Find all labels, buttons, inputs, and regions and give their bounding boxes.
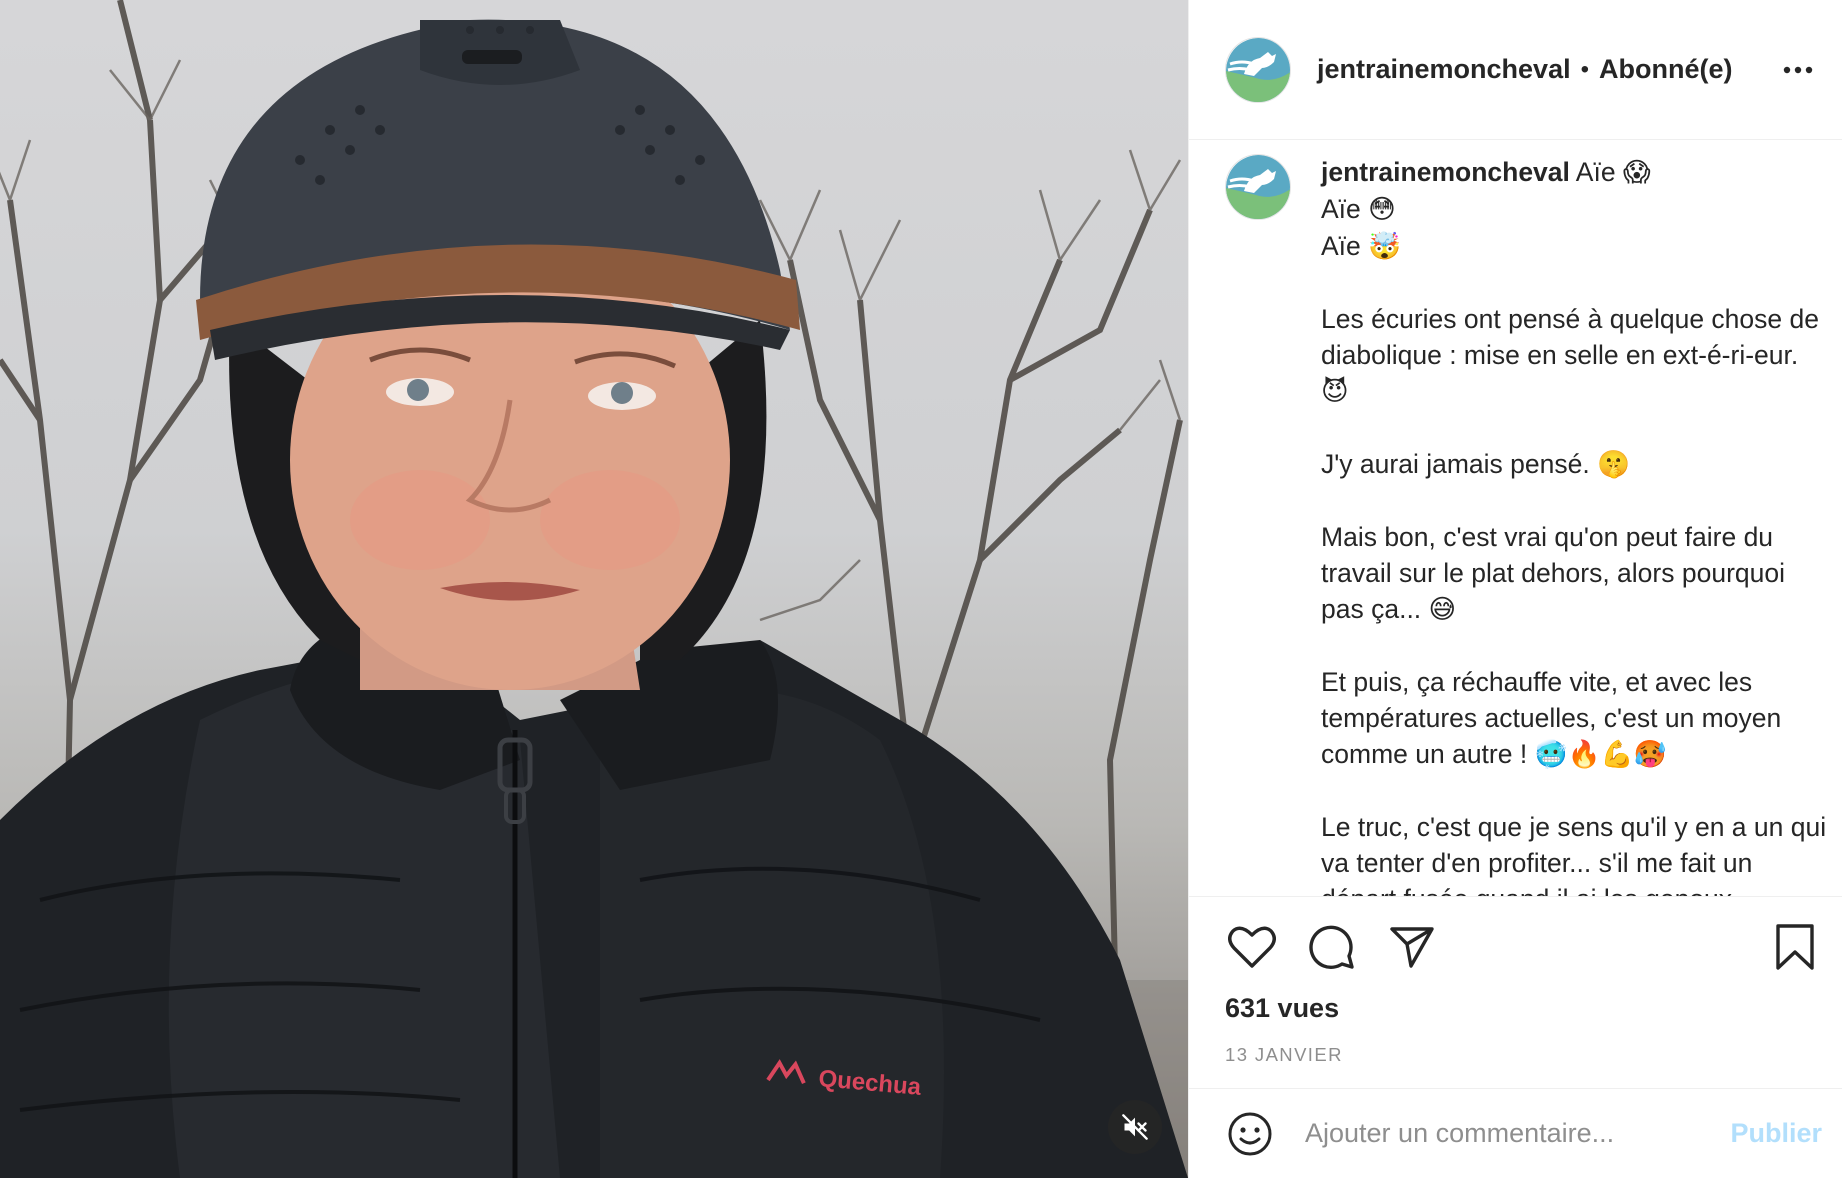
header-username[interactable]: jentrainemoncheval bbox=[1317, 54, 1571, 85]
caption-paragraph: Les écuries ont pensé à quelque chose de… bbox=[1321, 304, 1819, 370]
view-count[interactable]: 631 vues bbox=[1225, 993, 1822, 1024]
caption-emoji: 😈 bbox=[1321, 376, 1349, 407]
publish-button[interactable]: Publier bbox=[1730, 1118, 1822, 1149]
follow-status-button[interactable]: Abonné(e) bbox=[1599, 54, 1732, 85]
speaker-muted-icon bbox=[1122, 1114, 1148, 1140]
post-date[interactable]: 13 JANVIER bbox=[1225, 1044, 1822, 1066]
caption-emoji: 🤫 bbox=[1597, 449, 1631, 480]
share-button[interactable] bbox=[1385, 920, 1439, 974]
bookmark-icon bbox=[1776, 924, 1814, 970]
caption-paragraph: J'y aurai jamais pensé. bbox=[1321, 449, 1590, 479]
comment-button[interactable] bbox=[1305, 920, 1359, 974]
horse-logo-icon bbox=[1226, 37, 1290, 102]
action-icons-row bbox=[1225, 919, 1822, 975]
caption-paragraph: Mais bon, c'est vrai qu'on peut faire du… bbox=[1321, 522, 1785, 624]
post-side-panel: jentrainemoncheval • Abonné(e) jentraine… bbox=[1188, 0, 1842, 1178]
comment-bubble-icon bbox=[1309, 925, 1354, 969]
caption-emoji: 🥶🔥💪🥵 bbox=[1534, 739, 1667, 770]
caption-line: Aïe bbox=[1321, 231, 1361, 261]
post-header: jentrainemoncheval • Abonné(e) bbox=[1189, 0, 1842, 140]
video-player[interactable]: Quechua bbox=[0, 0, 1188, 1178]
horse-logo-icon bbox=[1226, 155, 1290, 219]
like-button[interactable] bbox=[1225, 920, 1279, 974]
avatar[interactable] bbox=[1225, 36, 1291, 103]
instagram-post: Quechua jentrainemoncheval • Abonné(e) j… bbox=[0, 0, 1842, 1178]
caption-emoji: 😅 bbox=[1428, 594, 1457, 625]
add-comment-bar: Publier bbox=[1189, 1088, 1842, 1178]
heart-icon bbox=[1228, 926, 1276, 968]
emoji-picker-button[interactable] bbox=[1225, 1109, 1275, 1159]
caption-avatar[interactable] bbox=[1225, 154, 1291, 220]
more-options-button[interactable] bbox=[1778, 50, 1818, 90]
more-horizontal-icon bbox=[1783, 66, 1813, 73]
caption-line: Aïe bbox=[1321, 194, 1361, 224]
caption-username[interactable]: jentrainemoncheval bbox=[1321, 157, 1570, 187]
separator-dot: • bbox=[1580, 55, 1589, 83]
caption-emoji: 😳 bbox=[1368, 194, 1396, 225]
smiley-icon bbox=[1228, 1112, 1272, 1155]
mute-toggle-button[interactable] bbox=[1108, 1100, 1162, 1154]
comment-input[interactable] bbox=[1305, 1118, 1721, 1149]
caption-line: Aïe bbox=[1575, 157, 1616, 187]
video-frame: Quechua bbox=[0, 0, 1188, 1178]
caption-emoji: 🤯 bbox=[1368, 231, 1402, 262]
save-button[interactable] bbox=[1768, 920, 1822, 974]
paper-plane-icon bbox=[1390, 927, 1434, 968]
comments-section: jentrainemoncheval Aïe 😱 Aïe 😳 Aïe 🤯 Les… bbox=[1189, 140, 1842, 896]
post-caption: jentrainemoncheval Aïe 😱 Aïe 😳 Aïe 🤯 Les… bbox=[1321, 154, 1830, 896]
post-actions: 631 vues 13 JANVIER bbox=[1189, 896, 1842, 1088]
caption-paragraph: Le truc, c'est que je sens qu'il y en a … bbox=[1321, 812, 1827, 896]
caption-emoji: 😱 bbox=[1622, 157, 1651, 188]
